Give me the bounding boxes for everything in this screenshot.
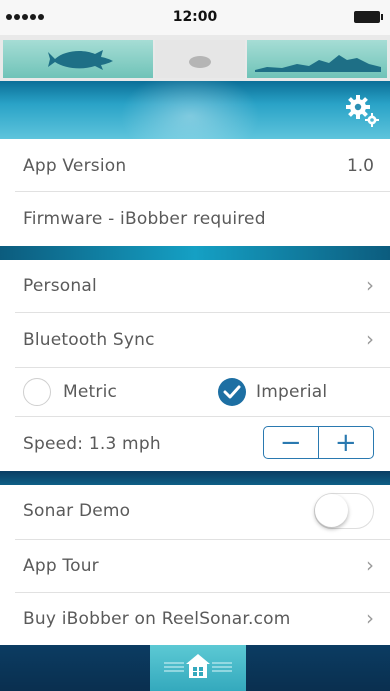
metric-label: Metric — [63, 382, 118, 402]
status-bar: 12:00 — [0, 0, 390, 35]
units-row: Metric Imperial — [0, 368, 390, 416]
status-time: 12:00 — [172, 9, 218, 25]
tab-fish[interactable] — [3, 40, 153, 78]
imperial-label: Imperial — [256, 382, 328, 402]
chevron-right-icon: › — [366, 327, 374, 351]
personal-row[interactable]: Personal › — [0, 260, 390, 312]
app-version-value: 1.0 — [346, 156, 374, 176]
section-divider — [0, 471, 390, 485]
battery-icon — [354, 11, 383, 23]
chevron-right-icon: › — [366, 553, 374, 577]
sonar-demo-label: Sonar Demo — [23, 501, 131, 521]
toggle-knob — [315, 494, 348, 527]
chevron-right-icon: › — [366, 606, 374, 630]
firmware-row[interactable]: Firmware - iBobber required — [0, 192, 390, 246]
app-tour-row[interactable]: App Tour › — [0, 540, 390, 592]
home-tab-button[interactable] — [150, 645, 246, 691]
speed-decrease-button[interactable]: − — [264, 427, 319, 458]
buy-ibobber-row[interactable]: Buy iBobber on ReelSonar.com › — [0, 593, 390, 645]
speed-stepper[interactable]: − + — [263, 426, 374, 459]
terrain-icon — [255, 55, 381, 72]
home-icon — [164, 654, 232, 678]
bluetooth-sync-row[interactable]: Bluetooth Sync › — [0, 313, 390, 367]
speed-label: Speed: 1.3 mph — [23, 434, 161, 454]
app-version-row: App Version 1.0 — [0, 139, 390, 191]
firmware-label: Firmware - iBobber required — [23, 209, 266, 229]
ocean-banner — [0, 81, 390, 139]
bobber-icon — [189, 56, 211, 68]
section-divider — [0, 246, 390, 260]
checkmark-icon — [223, 385, 241, 399]
imperial-radio[interactable] — [218, 378, 246, 406]
buy-ibobber-label: Buy iBobber on ReelSonar.com — [23, 609, 291, 629]
sonar-demo-toggle[interactable] — [314, 493, 374, 529]
bluetooth-sync-label: Bluetooth Sync — [23, 330, 155, 350]
tab-terrain[interactable] — [247, 40, 387, 78]
tab-bobber[interactable] — [155, 40, 245, 78]
personal-label: Personal — [23, 276, 97, 296]
chevron-right-icon: › — [366, 273, 374, 297]
speed-increase-button[interactable]: + — [319, 427, 374, 458]
metric-radio[interactable] — [23, 378, 51, 406]
fish-icon — [48, 50, 113, 70]
app-version-label: App Version — [23, 156, 127, 176]
top-tab-bar — [0, 35, 390, 81]
gears-icon[interactable] — [344, 93, 380, 127]
bottom-nav-bar — [0, 645, 390, 691]
app-tour-label: App Tour — [23, 556, 99, 576]
